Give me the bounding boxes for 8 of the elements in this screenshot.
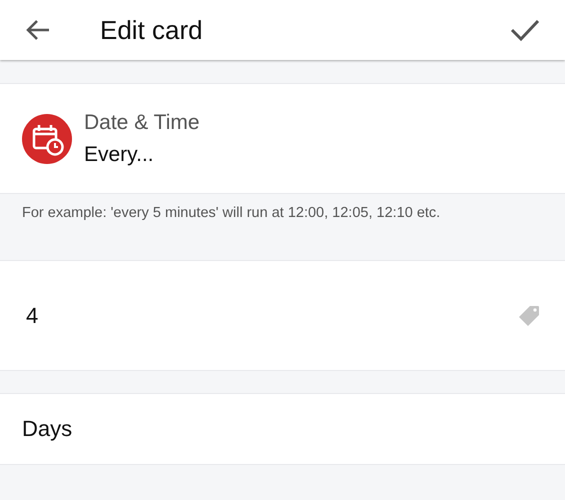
card-title: Date & Time bbox=[84, 110, 200, 134]
hint-text: For example: 'every 5 minutes' will run at 12:00, 12:05, 12:10 etc. bbox=[22, 205, 440, 221]
trigger-card[interactable]: Date & Time Every... bbox=[0, 83, 565, 194]
tag-icon bbox=[517, 304, 541, 328]
calendar-clock-icon bbox=[22, 114, 72, 164]
unit-field[interactable]: Days bbox=[22, 416, 72, 442]
page-title: Edit card bbox=[100, 14, 204, 46]
card-subtitle: Every... bbox=[84, 142, 155, 166]
